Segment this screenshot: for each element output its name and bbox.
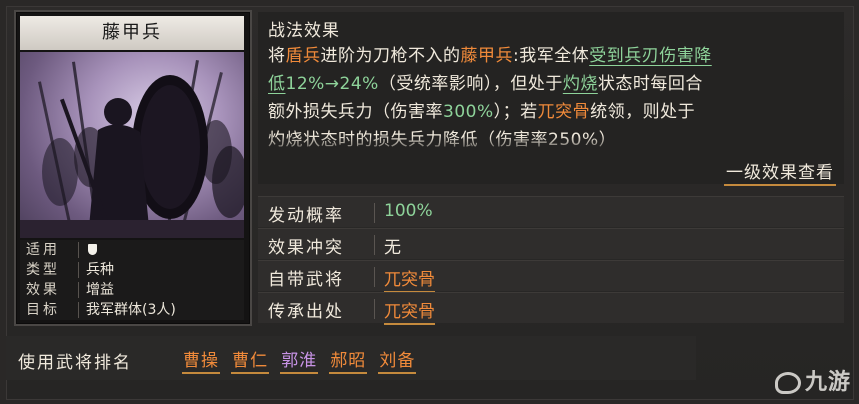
- general-ranking-bar: 使用武将排名 曹操 曹仁 郭淮 郝昭 刘备: [6, 336, 696, 380]
- keyword-damage-reduction[interactable]: 受到兵刃伤害降: [589, 46, 712, 66]
- info-key: 适用: [26, 242, 60, 258]
- info-key: 效果: [26, 282, 60, 298]
- keyword-shield-troop: 盾兵: [285, 46, 321, 66]
- ranking-general-link[interactable]: 曹操: [182, 346, 220, 374]
- card-info: 适用 类型 兵种 效果 增益 目标 我军群体(3人): [20, 240, 244, 320]
- divider: [374, 267, 375, 287]
- value-damage-rate: 300%: [443, 102, 494, 122]
- text-segment: （受统率影响）: [378, 74, 493, 94]
- attr-row-conflict: 效果冲突 无: [258, 228, 844, 259]
- text-segment: 将: [268, 46, 286, 66]
- attr-row-inherit-source: 传承出处 兀突骨: [258, 292, 844, 325]
- divider: [78, 242, 79, 258]
- text-segment: 进阶为刀枪不入的: [320, 46, 461, 66]
- level-one-effect-link[interactable]: 一级效果查看: [724, 158, 836, 186]
- text-segment: 统领，则处于: [590, 102, 696, 122]
- text-segment: ）；若: [493, 102, 538, 122]
- watermark-logo: 九游: [774, 364, 851, 396]
- watermark-text: 九游: [804, 370, 851, 395]
- info-value: 兵种: [86, 262, 114, 278]
- attr-row-trigger-chance: 发动概率 100%: [258, 196, 844, 227]
- soldiers-silhouette-image: [20, 60, 244, 238]
- attr-key: 发动概率: [268, 206, 344, 226]
- ranking-list: 曹操 曹仁 郭淮 郝昭 刘备: [182, 346, 422, 374]
- attr-key: 效果冲突: [268, 238, 344, 258]
- ranking-general-link[interactable]: 刘备: [378, 346, 417, 374]
- info-value: 增益: [86, 282, 114, 298]
- text-segment: ，但处于: [492, 74, 563, 94]
- divider: [78, 282, 79, 298]
- attr-key: 传承出处: [268, 302, 344, 322]
- divider: [374, 203, 375, 223]
- info-key: 类型: [26, 262, 60, 278]
- divider: [374, 235, 375, 255]
- text-segment: 额外损失兵力（伤害率: [268, 102, 443, 122]
- logo-icon: [774, 372, 801, 394]
- attr-value: 无: [384, 238, 401, 258]
- keyword-burn[interactable]: 灼烧: [563, 74, 598, 94]
- info-key: 目标: [26, 302, 60, 318]
- ranking-general-link[interactable]: 曹仁: [231, 346, 270, 374]
- shield-icon: [88, 244, 97, 255]
- attr-key: 自带武将: [268, 270, 344, 290]
- info-value: 我军群体(3人): [86, 302, 176, 318]
- keyword-general: 兀突骨: [537, 102, 591, 122]
- divider: [78, 302, 79, 318]
- attr-row-own-general: 自带武将 兀突骨: [258, 260, 844, 293]
- effect-description: 将盾兵进阶为刀枪不入的藤甲兵:我军全体受到兵刃伤害降低12%→24%（受统率影响…: [268, 42, 838, 154]
- text-segment: 状态时每回合: [597, 74, 703, 94]
- info-row-applies: 适用: [20, 240, 244, 260]
- attr-value: 100%: [384, 201, 433, 221]
- ranking-general-link[interactable]: 郭淮: [280, 346, 319, 374]
- ranking-general-link[interactable]: 郝昭: [329, 346, 368, 374]
- text-segment: :我军全体: [513, 46, 590, 66]
- info-row-type: 类型 兵种: [20, 260, 244, 280]
- value-reduction: 12%→24%: [285, 74, 379, 94]
- divider: [78, 262, 79, 278]
- card-title: 藤甲兵: [20, 16, 244, 50]
- keyword-damage-reduction-cont[interactable]: 低: [268, 74, 286, 94]
- effect-title: 战法效果: [268, 21, 340, 41]
- ranking-label: 使用武将排名: [18, 353, 132, 373]
- card-art: [20, 52, 244, 238]
- keyword-rattan-troop: 藤甲兵: [460, 46, 513, 66]
- info-row-target: 目标 我军群体(3人): [20, 300, 244, 320]
- effect-box[interactable]: 战法效果 将盾兵进阶为刀枪不入的藤甲兵:我军全体受到兵刃伤害降低12%→24%（…: [258, 12, 844, 186]
- general-link[interactable]: 兀突骨: [384, 297, 435, 325]
- divider: [374, 299, 375, 319]
- scroll-fade: [268, 136, 838, 154]
- general-link[interactable]: 兀突骨: [384, 265, 435, 293]
- info-row-effect: 效果 增益: [20, 280, 244, 300]
- skill-card: 藤甲兵 适用 类型 兵种 效果 增益 目标 我军群体(3人): [14, 10, 252, 326]
